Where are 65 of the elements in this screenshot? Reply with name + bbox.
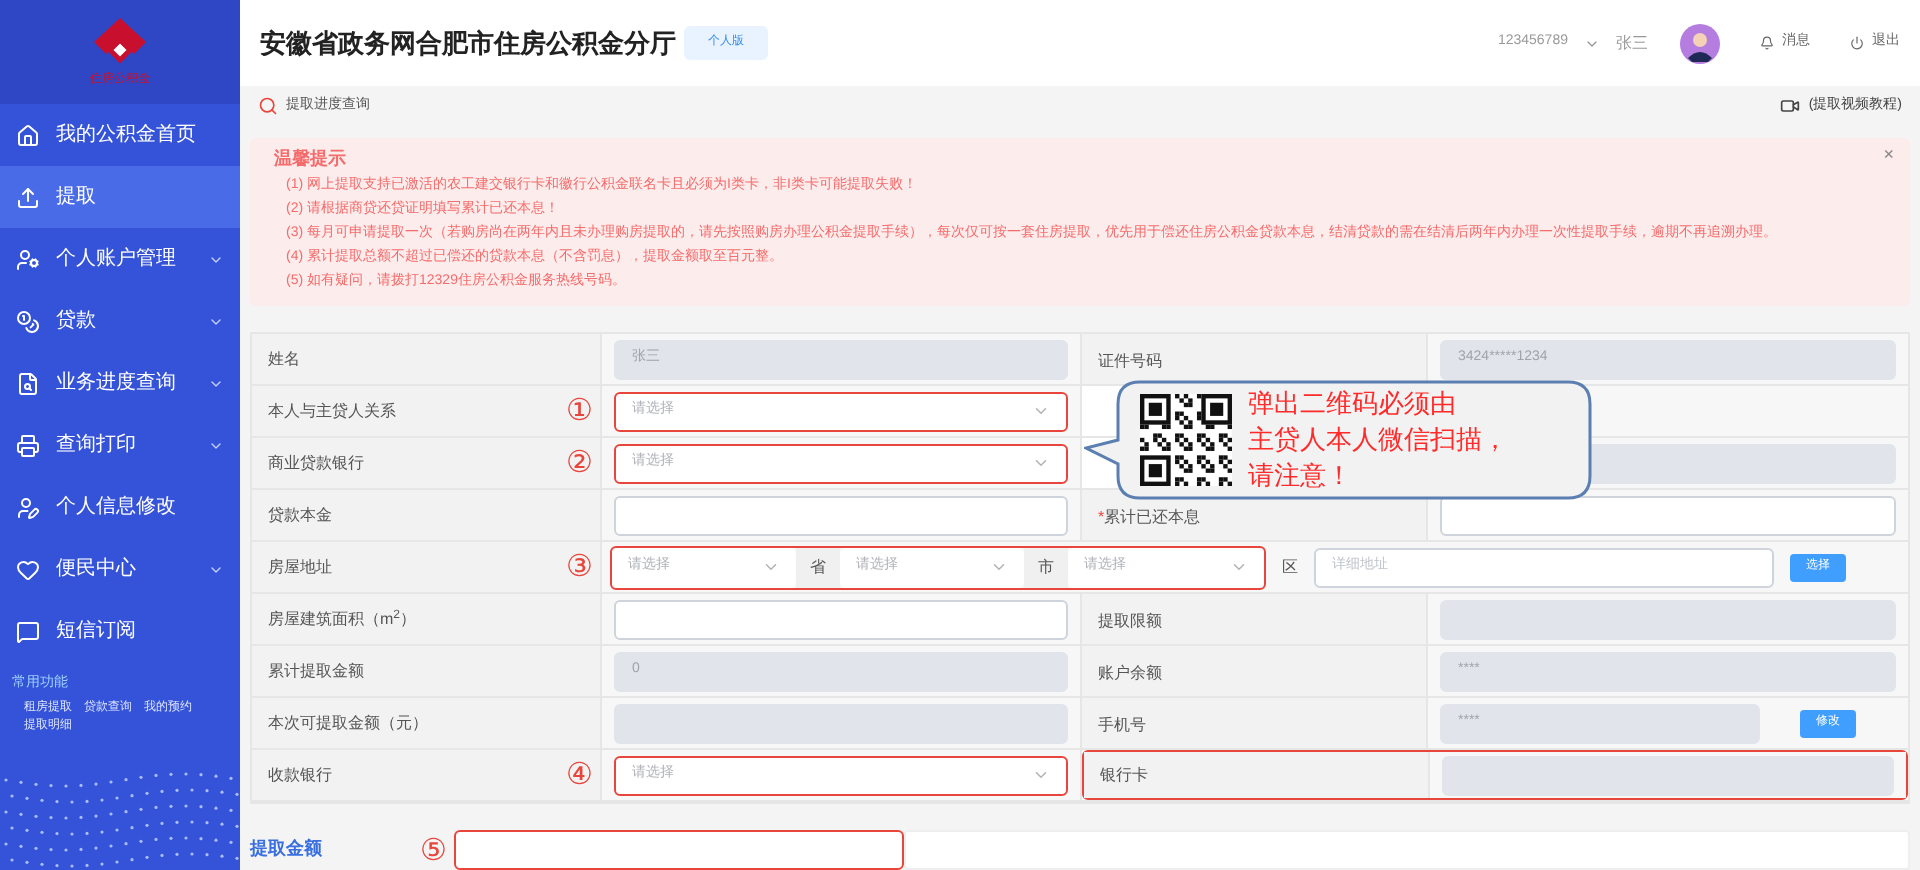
chevron-down-icon (990, 558, 1008, 576)
sidebar-item[interactable]: 我的公积金首页 (0, 104, 240, 166)
house-icon (16, 123, 40, 147)
chevron-down-icon (1032, 402, 1050, 420)
amount-field[interactable] (454, 830, 904, 870)
form-label: 本次可提取金额（元） (268, 711, 428, 735)
sidebar-item[interactable]: 查询打印 (0, 414, 240, 476)
form-label: 累计已还本息 (1104, 506, 1201, 530)
avatar[interactable] (1680, 23, 1720, 63)
sidebar-item[interactable]: 个人信息修改 (0, 476, 240, 538)
callout-text: 弹出二维码必须由 主贷人本人微信扫描， 请注意！ (1248, 386, 1508, 494)
input-field[interactable] (614, 599, 1068, 639)
sidebar-item[interactable]: 便民中心 (0, 538, 240, 600)
sidebar-item[interactable]: 提取 (0, 166, 240, 228)
form-label: 账户余额 (1098, 662, 1162, 686)
message-icon (16, 619, 40, 643)
form-label: 证件号码 (1098, 350, 1162, 374)
sidebar-item[interactable]: 短信订阅 (0, 600, 240, 662)
input-field[interactable] (614, 495, 1068, 535)
sidebar-item[interactable]: 业务进度查询 (0, 352, 240, 414)
address-unit-label: 市 (1024, 547, 1068, 587)
chevron-down-icon (1032, 766, 1050, 784)
form-label: 本人与主贷人关系 (268, 399, 396, 423)
search-icon (258, 96, 278, 116)
address-unit-label: 区 (1282, 555, 1298, 579)
video-camera-icon (1780, 96, 1801, 116)
power-icon (1850, 36, 1864, 50)
coins-icon (16, 309, 40, 333)
number-marker: ⑤ (420, 835, 446, 865)
form-label: 手机号 (1098, 714, 1146, 738)
form-label: 商业贷款银行 (268, 451, 364, 475)
number-marker: ④ (566, 760, 592, 790)
heart-icon (16, 557, 40, 581)
user-edit-icon (16, 495, 40, 519)
required-mark: * (1098, 506, 1105, 530)
user-name: 张三 (1616, 31, 1648, 55)
form-label: 房屋建筑面积（m$^{2}$） (268, 607, 417, 631)
number-marker: ① (566, 396, 592, 426)
document-search-icon (16, 371, 40, 395)
form-label: 提取限额 (1098, 610, 1162, 634)
form-label: 房屋地址 (268, 555, 332, 579)
form-label: 姓名 (268, 347, 300, 371)
form-label: 银行卡 (1100, 764, 1148, 788)
address-unit-label: 省 (796, 547, 840, 587)
sidebar-item[interactable]: 贷款 (0, 290, 240, 352)
chevron-down-icon (1032, 454, 1050, 472)
form-label: 收款银行 (268, 763, 332, 787)
bell-icon (1760, 36, 1774, 50)
chevron-down-icon (1230, 558, 1248, 576)
number-marker: ② (566, 448, 592, 478)
form-label: 贷款本金 (268, 503, 332, 527)
close-button[interactable]: × (1883, 142, 1894, 169)
sidebar-item[interactable]: 个人账户管理 (0, 228, 240, 290)
user-icon (16, 247, 40, 271)
number-marker: ③ (566, 552, 592, 582)
upload-icon (16, 185, 40, 209)
notice-title: 温馨提示 (274, 146, 348, 172)
input-field[interactable] (1440, 495, 1896, 535)
page-title: 安徽省政务网合肥市住房公积金分厅 (260, 25, 676, 62)
chevron-down-icon (762, 558, 780, 576)
logo-icon (92, 15, 148, 67)
qr-code-icon (1140, 394, 1232, 486)
amount-label: 提取金额 (250, 836, 324, 863)
printer-icon (16, 433, 40, 457)
form-label: 累计提取金额 (268, 659, 364, 683)
